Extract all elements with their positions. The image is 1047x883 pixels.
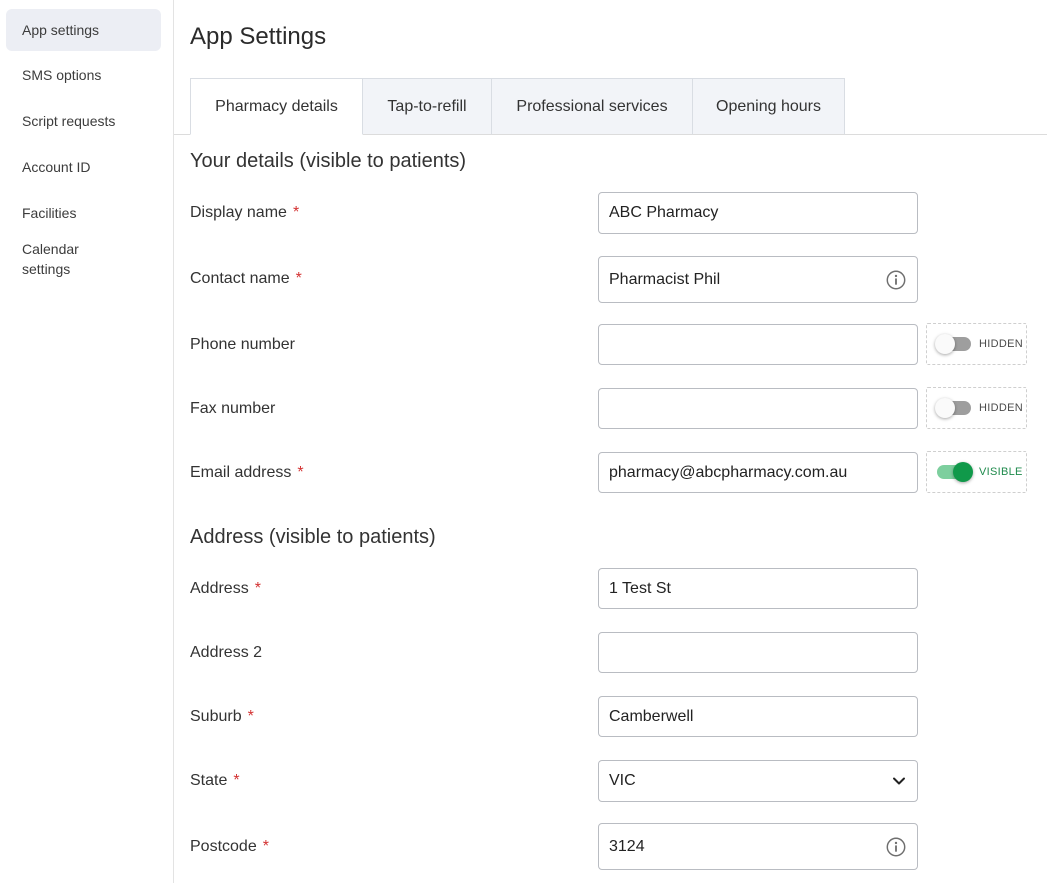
- sidebar-item-calendar-settings[interactable]: Calendar settings: [6, 239, 126, 279]
- display-name-field-box: [598, 192, 918, 234]
- sidebar-item-account-id[interactable]: Account ID: [6, 157, 161, 177]
- required-marker: *: [262, 838, 269, 855]
- state-select[interactable]: VIC: [598, 760, 918, 802]
- visibility-label: HIDDEN: [979, 338, 1023, 350]
- toggle-knob: [953, 462, 973, 482]
- tab-label: Tap-to-refill: [387, 97, 467, 115]
- tab-label: Opening hours: [716, 97, 821, 115]
- label-text: Email address: [190, 464, 292, 481]
- required-marker: *: [297, 464, 304, 481]
- fax-number-input[interactable]: [609, 389, 907, 428]
- suburb-label: Suburb *: [190, 707, 254, 727]
- tab-label: Professional services: [516, 97, 668, 115]
- page-title: App Settings: [190, 23, 327, 50]
- required-marker: *: [295, 270, 302, 287]
- info-icon[interactable]: [885, 836, 907, 858]
- email-address-field-box: [598, 452, 918, 493]
- sidebar-item-label: Account ID: [22, 159, 91, 175]
- label-text: Postcode: [190, 838, 257, 855]
- email-address-input[interactable]: [609, 453, 907, 492]
- chevron-down-icon: [893, 777, 905, 785]
- fax-visibility-toggle[interactable]: [935, 398, 971, 418]
- sidebar-item-label: Calendar settings: [22, 241, 79, 277]
- label-text: Address 2: [190, 644, 263, 661]
- toggle-knob: [935, 398, 955, 418]
- fax-visibility-control: HIDDEN: [926, 387, 1027, 429]
- visibility-label: HIDDEN: [979, 402, 1023, 414]
- label-text: Contact name: [190, 270, 290, 287]
- tab-pharmacy-details[interactable]: Pharmacy details: [190, 78, 363, 135]
- phone-visibility-toggle[interactable]: [935, 334, 971, 354]
- visibility-label: VISIBLE: [979, 466, 1023, 478]
- info-icon[interactable]: [885, 269, 907, 291]
- suburb-field-box: [598, 696, 918, 737]
- postcode-input[interactable]: [609, 824, 885, 869]
- address-input[interactable]: [609, 569, 907, 608]
- postcode-label: Postcode *: [190, 837, 269, 857]
- section-title-details: Your details (visible to patients): [190, 150, 467, 172]
- phone-visibility-control: HIDDEN: [926, 323, 1027, 365]
- address-2-field-box: [598, 632, 918, 673]
- display-name-input[interactable]: [609, 193, 907, 233]
- state-label: State *: [190, 771, 240, 791]
- address-label: Address *: [190, 579, 261, 599]
- postcode-field-box: [598, 823, 918, 870]
- sidebar-item-label: App settings: [22, 22, 100, 38]
- label-text: Fax number: [190, 400, 276, 417]
- required-marker: *: [254, 580, 261, 597]
- tab-professional-services[interactable]: Professional services: [491, 78, 693, 135]
- tab-label: Pharmacy details: [215, 97, 338, 115]
- section-title-address: Address (visible to patients): [190, 526, 436, 548]
- label-text: Phone number: [190, 336, 295, 353]
- tab-opening-hours[interactable]: Opening hours: [692, 78, 845, 135]
- display-name-label: Display name *: [190, 203, 299, 223]
- label-text: Display name: [190, 204, 287, 221]
- address-field-box: [598, 568, 918, 609]
- required-marker: *: [233, 772, 240, 789]
- sidebar-item-app-settings[interactable]: App settings: [6, 9, 161, 51]
- email-visibility-toggle[interactable]: [935, 462, 973, 482]
- phone-number-label: Phone number: [190, 335, 295, 355]
- address-2-input[interactable]: [609, 633, 907, 672]
- toggle-knob: [935, 334, 955, 354]
- contact-name-label: Contact name *: [190, 269, 302, 289]
- label-text: Suburb: [190, 708, 242, 725]
- sidebar-item-script-requests[interactable]: Script requests: [6, 111, 161, 131]
- tab-tap-to-refill[interactable]: Tap-to-refill: [362, 78, 492, 135]
- required-marker: *: [247, 708, 254, 725]
- required-marker: *: [292, 204, 300, 221]
- fax-number-label: Fax number: [190, 399, 275, 419]
- sidebar-item-label: Facilities: [22, 205, 77, 221]
- sidebar-item-sms-options[interactable]: SMS options: [6, 65, 161, 85]
- label-text: Address: [190, 580, 249, 597]
- contact-name-input[interactable]: [609, 257, 885, 302]
- phone-number-field-box: [598, 324, 918, 365]
- email-visibility-control: VISIBLE: [926, 451, 1027, 493]
- email-address-label: Email address *: [190, 463, 304, 483]
- phone-number-input[interactable]: [609, 325, 907, 364]
- address-2-label: Address 2: [190, 643, 262, 663]
- sidebar-item-facilities[interactable]: Facilities: [6, 203, 161, 223]
- suburb-input[interactable]: [609, 697, 907, 736]
- state-selected-value: VIC: [609, 772, 636, 789]
- label-text: State: [190, 772, 228, 789]
- sidebar-item-label: Script requests: [22, 113, 116, 129]
- sidebar: App settings SMS options Script requests…: [0, 0, 174, 883]
- sidebar-item-label: SMS options: [22, 67, 102, 83]
- contact-name-field-box: [598, 256, 918, 303]
- fax-number-field-box: [598, 388, 918, 429]
